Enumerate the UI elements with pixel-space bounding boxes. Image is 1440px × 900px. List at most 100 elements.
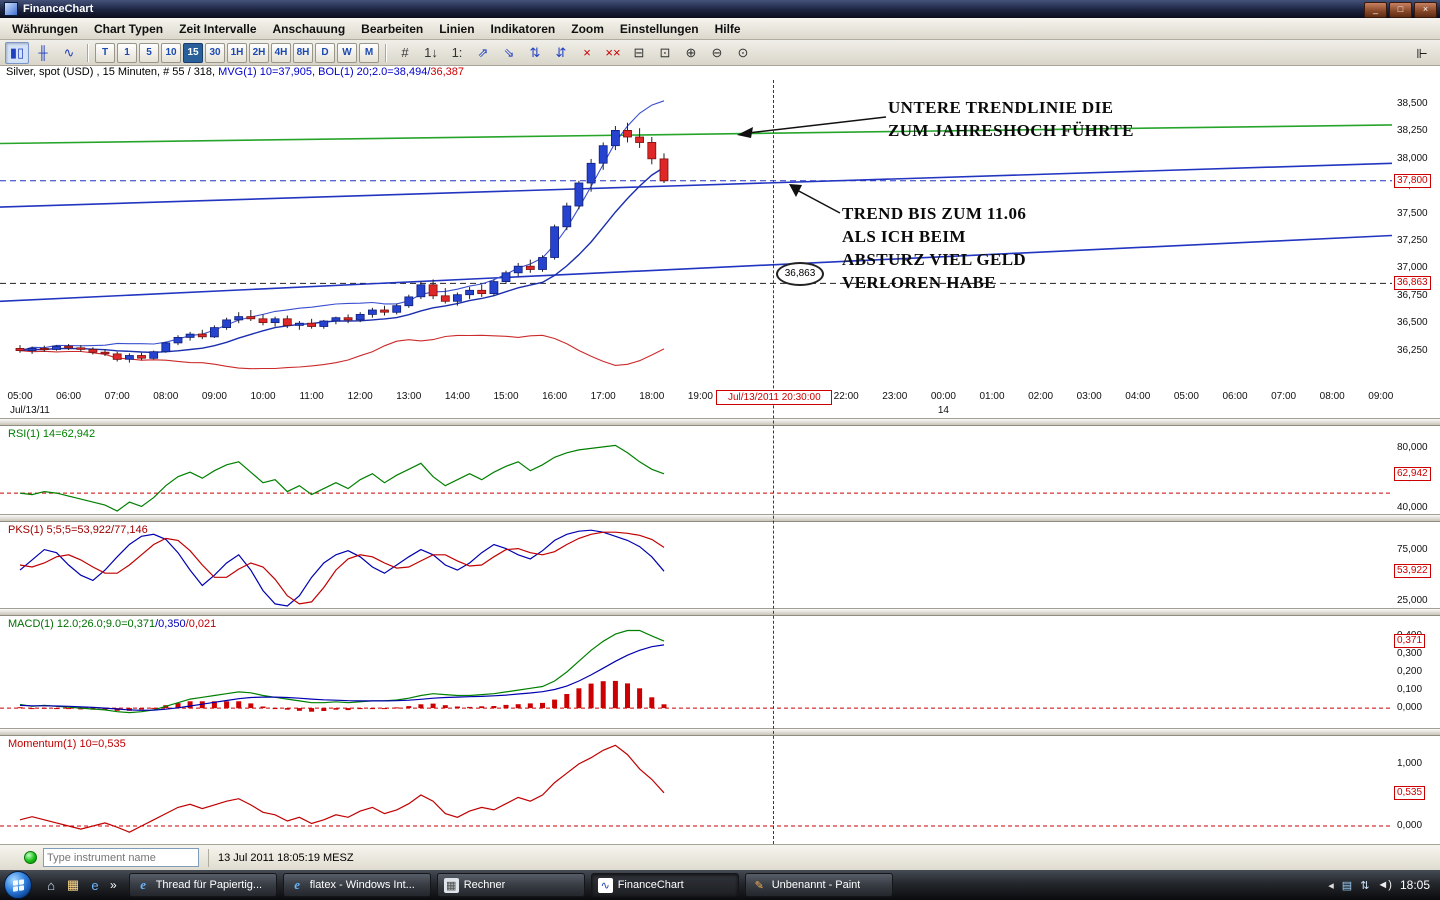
macd-panel-chart[interactable]	[0, 616, 1392, 728]
momentum-panel-chart[interactable]	[0, 736, 1392, 844]
menu-anschauung[interactable]: Anschauung	[265, 20, 354, 38]
menu-zoom[interactable]: Zoom	[563, 20, 612, 38]
time-axis-tick: 14:00	[444, 391, 470, 402]
toolbar-separator	[385, 43, 387, 62]
zigzag-down-icon[interactable]: ⇘	[497, 42, 521, 64]
time-axis-tick: 12:00	[347, 391, 373, 402]
menu-einstellungen[interactable]: Einstellungen	[612, 20, 707, 38]
candlestick-chart-icon[interactable]: ▮▯	[5, 41, 29, 64]
annotation-trendline-note[interactable]: UNTERE TRENDLINIE DIE ZUM JAHRESHOCH FÜH…	[888, 96, 1134, 142]
menu-linien[interactable]: Linien	[431, 20, 482, 38]
interval-5-button[interactable]: 5	[139, 42, 159, 63]
interval-4h-button[interactable]: 4H	[271, 42, 291, 63]
interval-t-button[interactable]: T	[95, 42, 115, 63]
zigzag-downup-icon[interactable]: ⇵	[549, 42, 573, 64]
interval-2h-button[interactable]: 2H	[249, 42, 269, 63]
rsi-value-box: 62,942	[1394, 466, 1431, 481]
stochastic-panel-chart[interactable]	[0, 522, 1392, 608]
grid-icon[interactable]: #	[393, 42, 417, 64]
delete-all-lines-icon[interactable]: ××	[601, 42, 625, 64]
menu-hilfe[interactable]: Hilfe	[707, 20, 749, 38]
price-axis-tick: 37,750	[1397, 180, 1428, 192]
lower-channel-line	[0, 234, 1392, 303]
pks-axis-tick: 25,000	[1397, 594, 1428, 606]
green-trendline	[0, 124, 1392, 145]
axis-values-icon[interactable]: 1↓	[419, 42, 443, 64]
minimize-button[interactable]: _	[1364, 2, 1387, 18]
volume-icon[interactable]: ◄)	[1377, 879, 1392, 892]
pin-icon[interactable]: ⊩	[1410, 43, 1434, 65]
annotation-trade-note[interactable]: TREND BIS ZUM 11.06 ALS ICH BEIM ABSTURZ…	[842, 202, 1026, 294]
close-button[interactable]: ×	[1414, 2, 1437, 18]
interval-1h-button[interactable]: 1H	[227, 42, 247, 63]
taskbar-button-financechart[interactable]: ∿ FinanceChart	[590, 873, 739, 897]
taskbar-button-rechner[interactable]: ▦ Rechner	[436, 873, 585, 897]
rsi-panel-chart[interactable]	[0, 426, 1392, 514]
interval-w-button[interactable]: W	[337, 42, 357, 63]
time-axis-tick: 11:00	[299, 391, 324, 402]
time-axis-tick: 13:00	[396, 391, 422, 402]
time-axis-tick: 02:00	[1028, 391, 1054, 402]
zigzag-updown-icon[interactable]: ⇅	[523, 42, 547, 64]
quick-launch-bar: ⌂ ▦ e »	[40, 874, 121, 896]
rsi-axis-tick: 60,000	[1397, 472, 1428, 484]
menu-indikatoren[interactable]: Indikatoren	[483, 20, 564, 38]
interval-m-button[interactable]: M	[359, 42, 379, 63]
quick-launch-overflow-chevron[interactable]: »	[110, 878, 117, 892]
panel-splitter[interactable]	[0, 728, 1440, 736]
desktop-icon[interactable]: ⌂	[40, 874, 62, 896]
time-axis-tick: 00:00	[930, 391, 956, 402]
task-button-label: flatex - Windows Int...	[309, 879, 415, 891]
panel-splitter[interactable]	[0, 418, 1440, 426]
price-axis-tick: 36,750	[1397, 289, 1428, 301]
menu-bearbeiten[interactable]: Bearbeiten	[353, 20, 431, 38]
time-axis-tick: 03:00	[1076, 391, 1102, 402]
zoom-reset-icon[interactable]: ⊙	[731, 42, 755, 64]
explorer-folder-icon[interactable]: ▦	[62, 874, 84, 896]
interval-30-button[interactable]: 30	[205, 42, 225, 63]
connection-status-led	[24, 851, 37, 864]
internet-explorer-icon[interactable]: e	[84, 874, 106, 896]
tray-clock[interactable]: 18:05	[1400, 878, 1430, 892]
window-controls: _ □ ×	[1364, 2, 1437, 18]
print-icon[interactable]: ⊟	[627, 42, 651, 64]
delete-line-icon[interactable]: ×	[575, 42, 599, 64]
zigzag-up-icon[interactable]: ⇗	[471, 42, 495, 64]
menu-wahrungen[interactable]: Währungen	[4, 20, 86, 38]
interval-d-button[interactable]: D	[315, 42, 335, 63]
time-axis-tick: 10:00	[250, 391, 276, 402]
pks-fast-line	[19, 529, 665, 607]
panel-splitter[interactable]	[0, 514, 1440, 522]
bar-chart-icon[interactable]: ╫	[31, 42, 55, 64]
main-price-chart[interactable]	[0, 80, 1392, 390]
print-preview-icon[interactable]: ⊡	[653, 42, 677, 64]
pks-slow-line	[19, 531, 665, 605]
zoom-out-icon[interactable]: ⊖	[705, 42, 729, 64]
interval-10-button[interactable]: 10	[161, 42, 181, 63]
scale-icon[interactable]: 1:	[445, 42, 469, 64]
annotation-price-bubble[interactable]: 36,863	[776, 262, 824, 286]
taskbar-button-flatex-windows-int[interactable]: e flatex - Windows Int...	[282, 873, 431, 897]
start-button[interactable]	[4, 871, 32, 899]
menu-zeit-intervalle[interactable]: Zeit Intervalle	[171, 20, 264, 38]
maximize-button[interactable]: □	[1389, 2, 1412, 18]
taskbar-button-unbenannt-paint[interactable]: ✎ Unbenannt - Paint	[744, 873, 893, 897]
taskbar-button-thread-fur-papiertig[interactable]: e Thread für Papiertig...	[128, 873, 277, 897]
date-label-left: Jul/13/11	[10, 405, 50, 416]
line-chart-icon[interactable]: ∿	[57, 42, 81, 64]
price-axis-tick: 38,500	[1397, 98, 1428, 110]
instrument-search-input[interactable]	[43, 848, 199, 867]
price-axis-tick: 36,250	[1397, 344, 1428, 356]
zoom-in-icon[interactable]: ⊕	[679, 42, 703, 64]
toolbar: ▮▯ ╫ ∿ T 1 5 10 15 30 1H 2H 4H 8H D W M #1↓ 1: ⇗ ⇘ ⇅ ⇵ × ×× ⊟ ⊡ ⊕ ⊖…	[0, 40, 1440, 66]
interval-1-button[interactable]: 1	[117, 42, 137, 63]
menu-chart-typen[interactable]: Chart Typen	[86, 20, 171, 38]
safely-remove-hardware-icon[interactable]: ⇅	[1360, 879, 1369, 892]
display-settings-icon[interactable]: ▤	[1342, 879, 1352, 892]
hide-tray-icons-chevron[interactable]: ◂	[1328, 879, 1334, 892]
interval-8h-button[interactable]: 8H	[293, 42, 313, 63]
rsi-axis-tick: 40,000	[1397, 502, 1428, 514]
panel-splitter[interactable]	[0, 608, 1440, 616]
interval-15-button[interactable]: 15	[183, 42, 203, 63]
bollinger-lower-line	[19, 334, 665, 370]
